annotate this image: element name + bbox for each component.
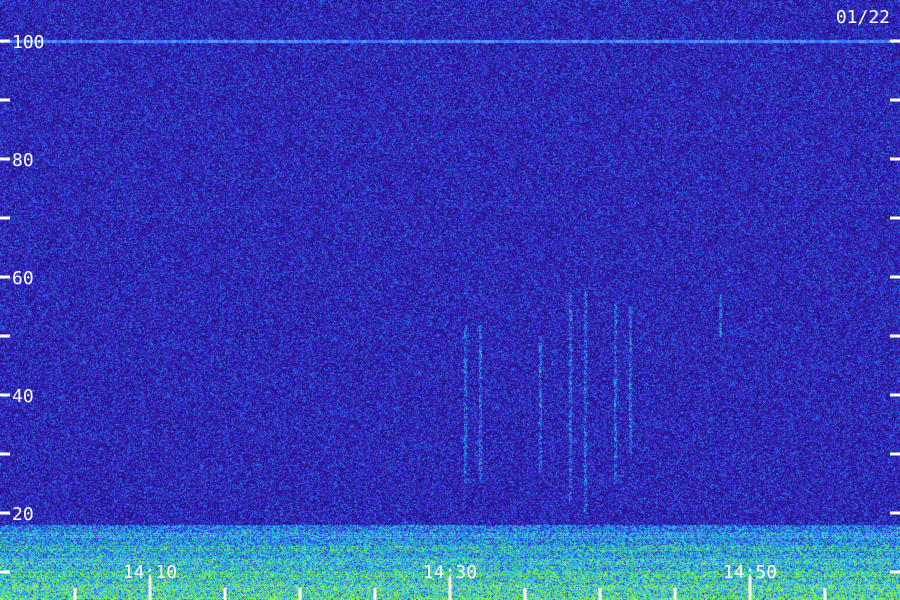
x-tick-label: 14:30 [423, 562, 477, 583]
y-tick-label: 40 [12, 386, 34, 407]
y-axis-ticks: 20 40 60 80 100 [0, 32, 900, 574]
axes-overlay: 20 40 60 80 100 14:10 14:30 14:50 01/22 [0, 7, 900, 600]
y-tick-label: 20 [12, 504, 34, 525]
y-tick-label: 80 [12, 150, 34, 171]
x-tick-label: 14:50 [723, 562, 777, 583]
y-tick-label: 100 [12, 32, 45, 53]
x-tick-label: 14:10 [123, 562, 177, 583]
date-label: 01/22 [836, 7, 890, 28]
x-axis-ticks: 14:10 14:30 14:50 [73, 562, 827, 600]
y-tick-label: 60 [12, 268, 34, 289]
